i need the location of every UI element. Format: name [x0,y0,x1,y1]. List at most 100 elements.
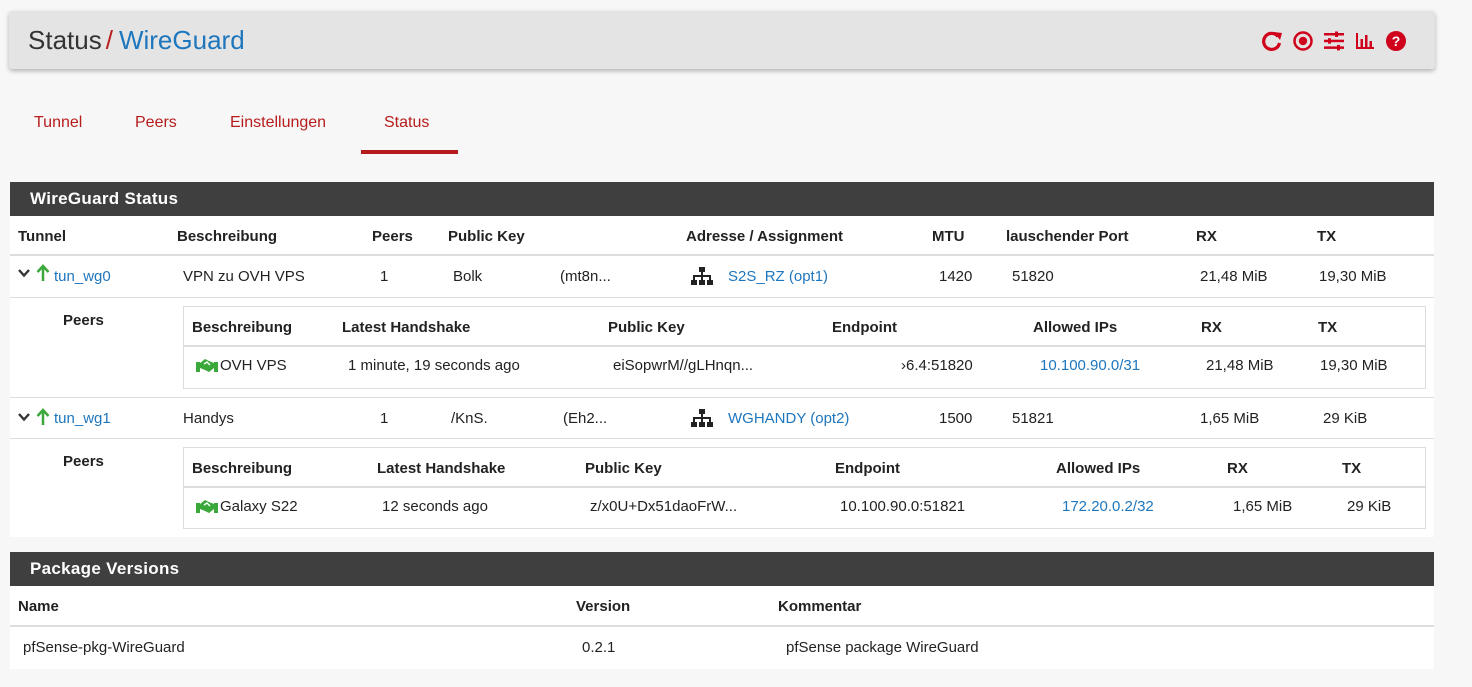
package-name: pfSense-pkg-WireGuard [23,639,185,656]
header-divider [10,625,1434,627]
col-tunnel: Tunnel [18,228,67,245]
breadcrumb-page-link[interactable]: WireGuard [119,25,245,55]
peer-description: Galaxy S22 [220,498,298,515]
col-rx: RX [1196,228,1217,245]
peer-col-allowed-ips: Allowed IPs [1033,319,1118,336]
peers-table: Beschreibung Latest Handshake Public Key… [183,447,1426,529]
header-divider [10,254,1434,256]
peer-col-beschreibung: Beschreibung [192,319,293,336]
peer-public-key: z/x0U+Dx51daoFrW... [590,498,738,515]
tab-bar: Tunnel Peers Einstellungen Status [0,110,700,158]
tunnel-peers-count: 1 [380,268,389,285]
tunnel-port: 51821 [1012,410,1054,427]
reload-icon[interactable] [1261,30,1283,52]
breadcrumb-separator: / [105,25,113,55]
peer-tx: 29 KiB [1347,498,1392,515]
peer-tx: 19,30 MiB [1320,357,1388,374]
tunnel-port: 51820 [1012,268,1054,285]
col-peers: Peers [372,228,413,245]
peers-table: Beschreibung Latest Handshake Public Key… [183,306,1426,389]
peer-header-divider [184,345,1425,347]
arrow-up-icon [36,408,50,430]
tunnel-peers-count: 1 [380,410,389,427]
peer-col-handshake: Latest Handshake [342,319,471,336]
peer-description: OVH VPS [220,357,287,374]
col-beschreibung: Beschreibung [177,228,278,245]
tunnel-rx: 21,48 MiB [1200,268,1268,285]
col-adresse: Adresse / Assignment [686,228,843,245]
tunnel-link[interactable]: tun_wg0 [54,268,111,285]
tab-status[interactable]: Status [384,114,429,132]
tab-tunnel[interactable]: Tunnel [34,114,82,132]
col-name: Name [18,598,59,615]
active-tab-indicator [361,150,458,154]
page-header: Status / WireGuard ? [9,11,1435,69]
col-port: lauschender Port [1006,228,1129,245]
tunnel-link[interactable]: tun_wg1 [54,410,111,427]
tunnel-public-key-end: (Eh2... [563,410,608,427]
tab-einstellungen[interactable]: Einstellungen [230,114,326,132]
peer-col-rx: RX [1201,319,1222,336]
tunnel-public-key-start: Bolk [453,268,483,285]
peer-endpoint: ›6.4:51820 [901,357,973,374]
peer-endpoint: 10.100.90.0:51821 [840,498,966,515]
peer-rx: 21,48 MiB [1206,357,1274,374]
package-version: 0.2.1 [582,639,616,656]
peer-allowed-ips-link[interactable]: 172.20.0.2/32 [1062,498,1154,515]
peer-col-tx: TX [1342,460,1362,477]
peer-public-key: eiSopwrM//gLHnqn... [613,357,754,374]
assignment-link[interactable]: WGHANDY (opt2) [728,410,849,427]
peer-col-public-key: Public Key [608,319,685,336]
peer-rx: 1,65 MiB [1233,498,1293,515]
col-tx: TX [1317,228,1337,245]
tunnel-mtu: 1500 [939,410,973,427]
bar-chart-icon[interactable] [1354,30,1376,52]
tunnel-description: Handys [183,410,234,427]
help-icon[interactable]: ? [1385,30,1407,52]
peer-col-endpoint: Endpoint [832,319,897,336]
peer-header-divider [184,486,1425,488]
tunnel-description: VPN zu OVH VPS [183,268,305,285]
chevron-down-icon[interactable] [17,266,31,284]
panel-title: WireGuard Status [10,182,1434,216]
row-divider [10,397,1434,398]
peer-allowed-ips-link[interactable]: 10.100.90.0/31 [1040,357,1140,374]
breadcrumb: Status / WireGuard [28,25,245,55]
peers-label: Peers [63,453,104,470]
svg-text:?: ? [1392,33,1401,49]
header-icons: ? [1261,30,1407,52]
package-versions-panel: Package Versions Name Version Kommentar … [10,552,1434,669]
chevron-down-icon[interactable] [17,410,31,428]
col-mtu: MTU [932,228,965,245]
peer-handshake: 1 minute, 19 seconds ago [348,357,520,374]
peer-col-rx: RX [1227,460,1248,477]
package-comment: pfSense package WireGuard [786,639,979,656]
tunnel-mtu: 1420 [939,268,973,285]
col-public-key: Public Key [448,228,525,245]
peer-col-endpoint: Endpoint [835,460,900,477]
tunnel-public-key-start: /KnS. [451,410,488,427]
row-divider [10,297,1434,298]
col-version: Version [576,598,631,615]
network-icon [690,266,714,290]
tunnel-tx: 29 KiB [1323,410,1368,427]
tunnel-tx: 19,30 MiB [1319,268,1387,285]
tunnel-public-key-end: (mt8n... [560,268,611,285]
tab-peers[interactable]: Peers [135,114,177,132]
stop-circle-icon[interactable] [1292,30,1314,52]
panel-title: Package Versions [10,552,1434,586]
assignment-link[interactable]: S2S_RZ (opt1) [728,268,828,285]
sliders-icon[interactable] [1323,30,1345,52]
tunnel-rx: 1,65 MiB [1200,410,1260,427]
peer-col-handshake: Latest Handshake [377,460,506,477]
col-kommentar: Kommentar [778,598,862,615]
peer-col-allowed-ips: Allowed IPs [1056,460,1141,477]
handshake-icon [196,498,218,518]
row-divider [10,438,1434,439]
peer-handshake: 12 seconds ago [382,498,488,515]
breadcrumb-section: Status [28,25,102,55]
wireguard-status-panel: WireGuard Status Tunnel Beschreibung Pee… [10,182,1434,537]
arrow-up-icon [36,264,50,286]
peer-col-tx: TX [1318,319,1338,336]
handshake-icon [196,357,218,377]
